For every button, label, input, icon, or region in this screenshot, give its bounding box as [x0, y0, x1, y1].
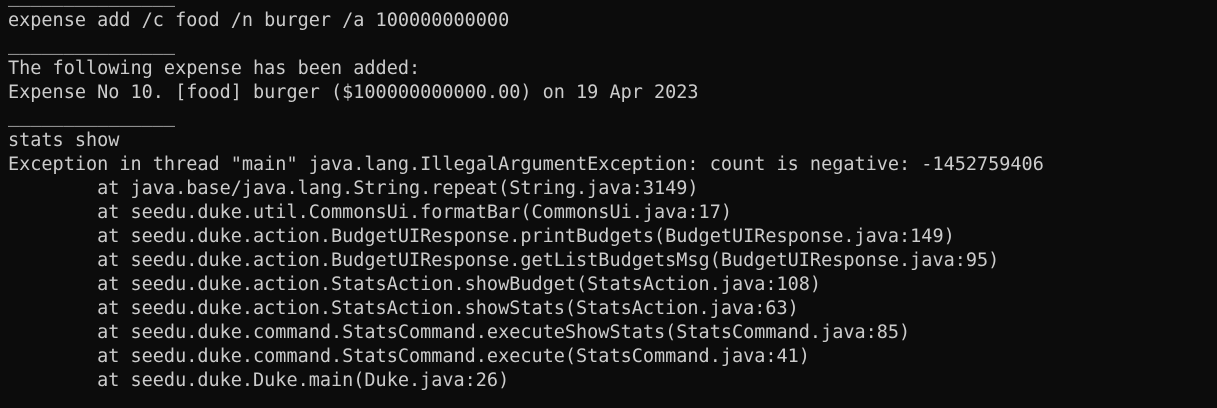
separator-line: _______________: [8, 0, 1217, 9]
stack-trace-line: at seedu.duke.action.BudgetUIResponse.ge…: [8, 250, 1000, 271]
output-line: Expense No 10. [food] burger ($100000000…: [8, 82, 699, 103]
stack-trace-line: at seedu.duke.Duke.main(Duke.java:26): [8, 370, 510, 391]
separator-line: _______________: [8, 34, 176, 55]
command-line: stats show: [8, 130, 120, 151]
stack-trace-line: at seedu.duke.util.CommonsUi.formatBar(C…: [8, 202, 732, 223]
stack-trace-line: at seedu.duke.action.StatsAction.showBud…: [8, 274, 822, 295]
exception-line: Exception in thread "main" java.lang.Ill…: [8, 154, 1044, 175]
stack-trace-line: at seedu.duke.command.StatsCommand.execu…: [8, 346, 810, 367]
stack-trace-line: at java.base/java.lang.String.repeat(Str…: [8, 178, 699, 199]
terminal-window[interactable]: _______________ expense add /c food /n b…: [0, 0, 1217, 408]
output-line: The following expense has been added:: [8, 58, 421, 79]
stack-trace-line: at seedu.duke.action.StatsAction.showSta…: [8, 298, 799, 319]
command-line: expense add /c food /n burger /a 1000000…: [8, 10, 510, 31]
stack-trace-line: at seedu.duke.action.BudgetUIResponse.pr…: [8, 226, 955, 247]
stack-trace-line: at seedu.duke.command.StatsCommand.execu…: [8, 322, 911, 343]
separator-line: _______________: [8, 106, 176, 127]
